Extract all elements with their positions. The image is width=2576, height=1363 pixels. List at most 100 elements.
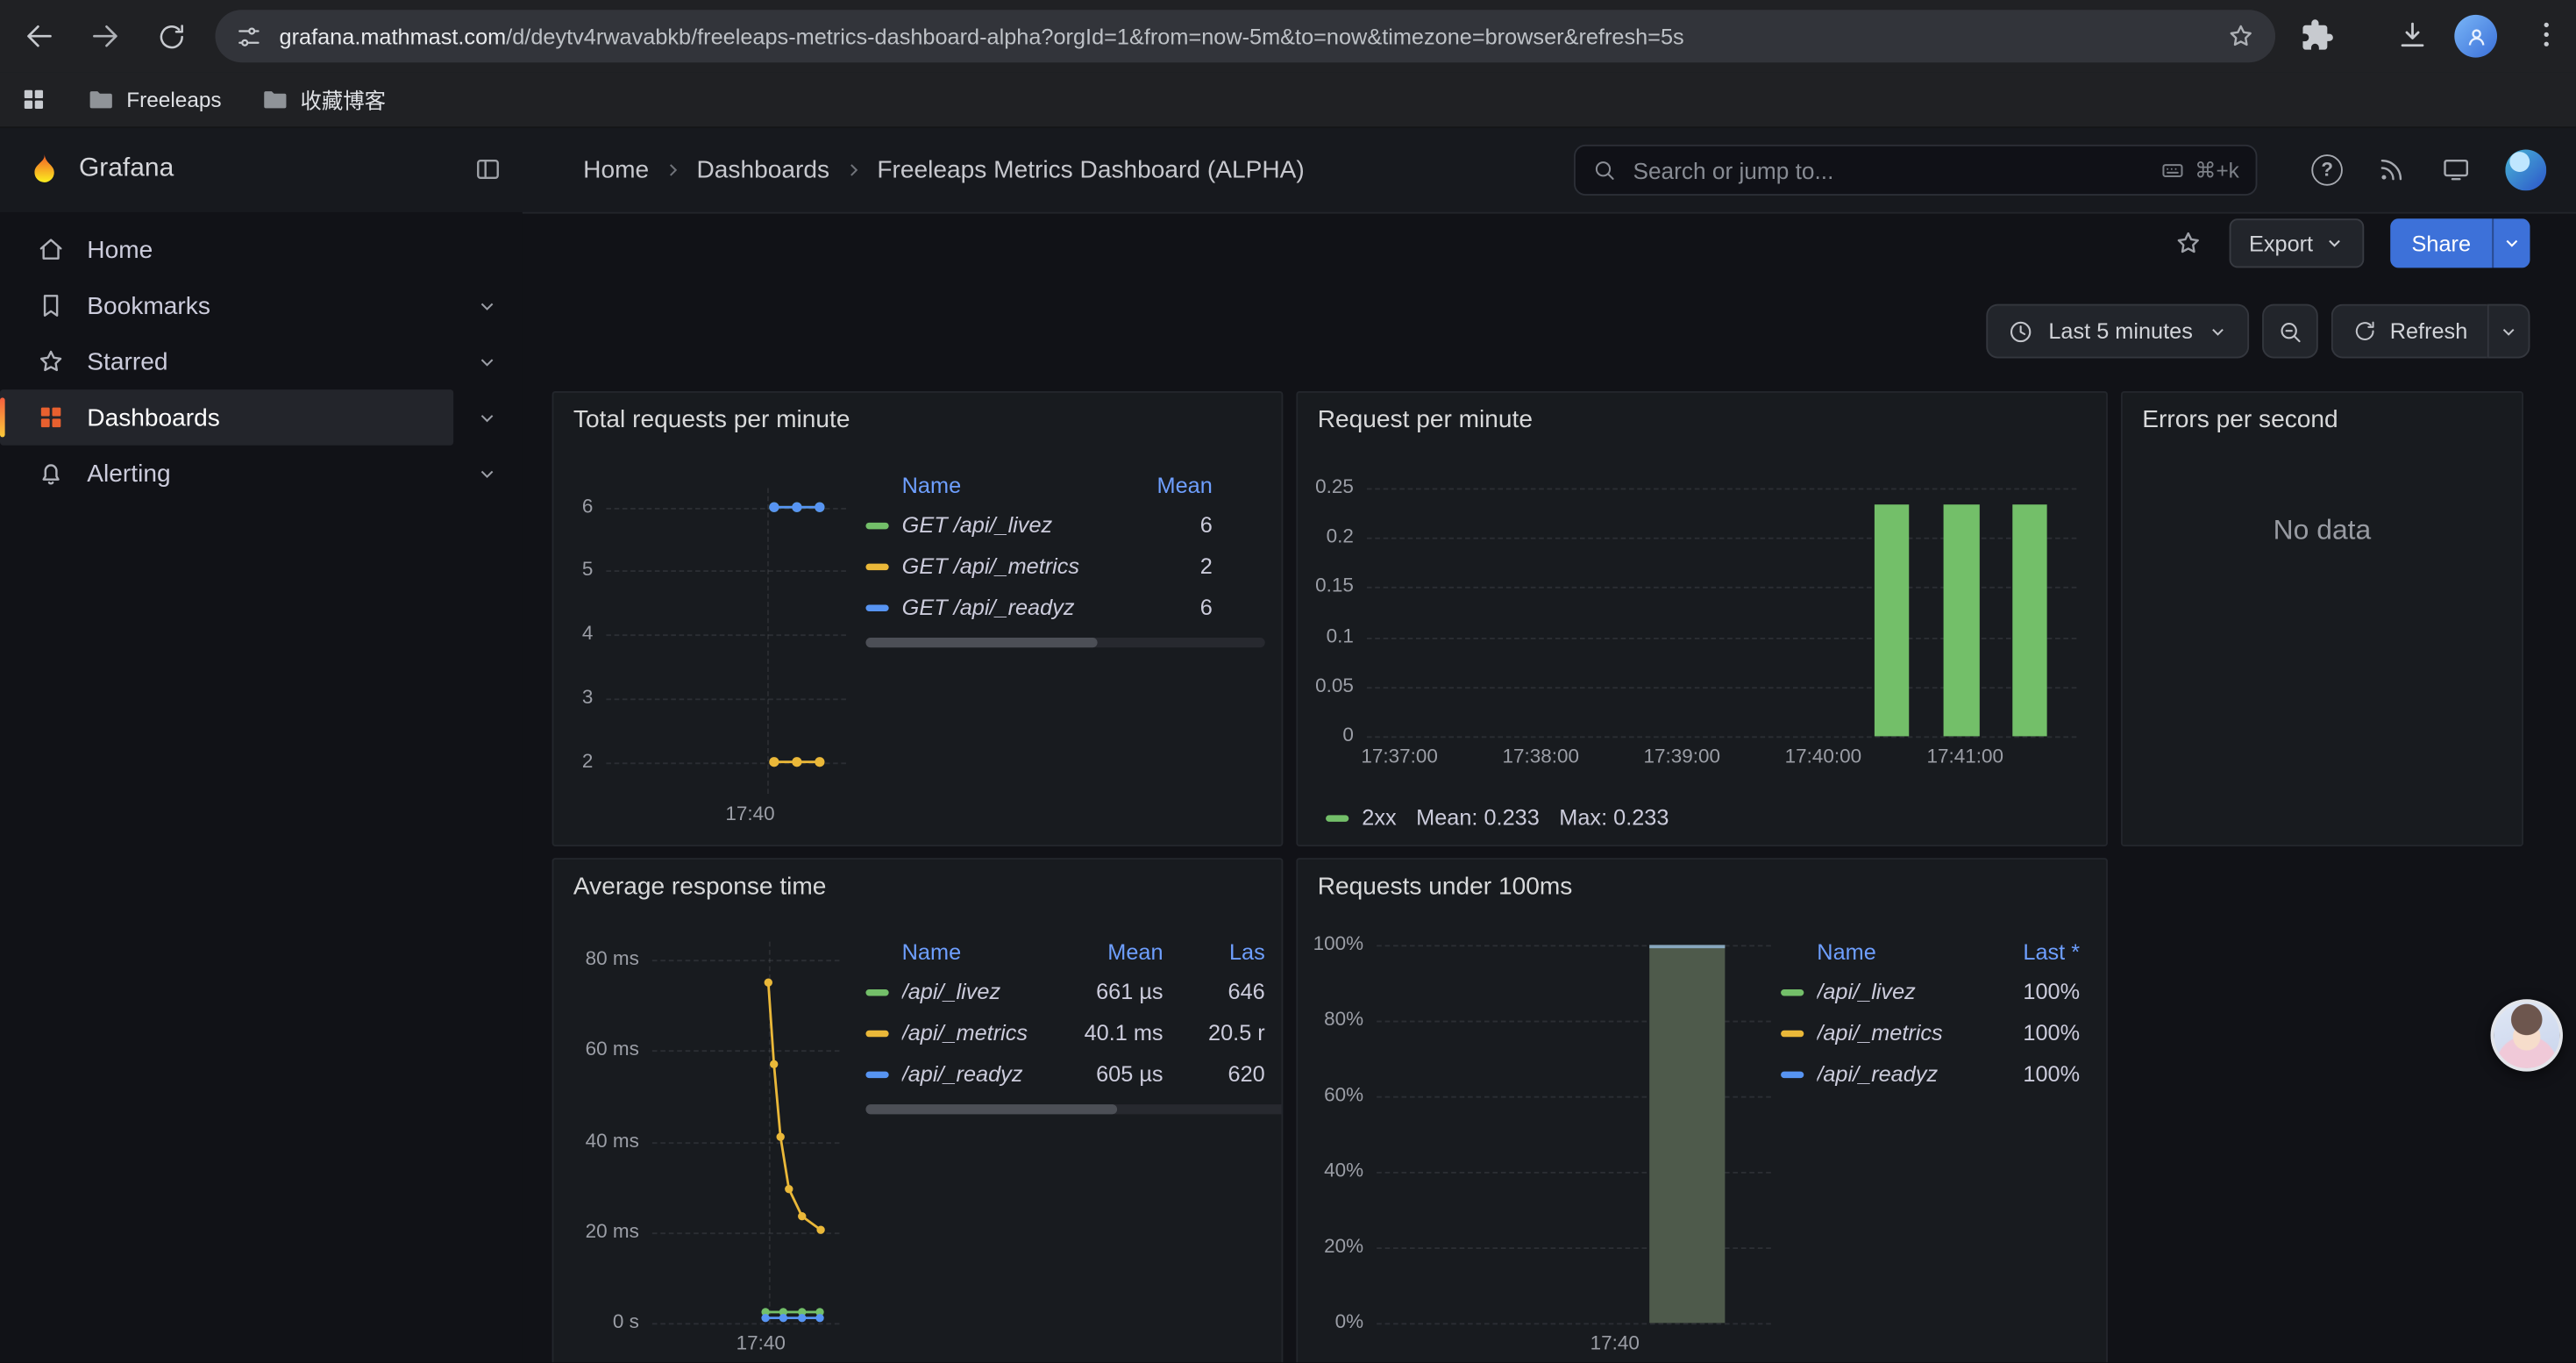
legend-item[interactable]: /api/_metrics100%	[1781, 1012, 2093, 1053]
legend-table: NameMeanLas/api/_livez661 µs646/api/_met…	[859, 931, 1283, 1114]
downloads-icon[interactable]	[2395, 18, 2430, 53]
site-settings-icon[interactable]	[235, 22, 263, 50]
forward-icon[interactable]	[85, 17, 125, 56]
chevron-down-icon[interactable]	[463, 395, 509, 440]
x-axis-tick: 17:40	[676, 802, 824, 824]
panel-title[interactable]: Average response time	[553, 860, 1281, 914]
breadcrumb-dashboards[interactable]: Dashboards	[696, 155, 829, 183]
legend-item[interactable]: /api/_metrics40.1 ms20.5 r	[865, 1012, 1283, 1053]
chart-bar[interactable]	[1944, 505, 1979, 737]
panel-average-response-time: Average response time 80 ms60 ms40 ms20 …	[552, 858, 1284, 1363]
chevron-right-icon	[664, 161, 682, 179]
y-axis-tick: 5	[560, 558, 593, 581]
legend-item[interactable]: /api/_livez661 µs646	[865, 971, 1283, 1012]
monitor-icon[interactable]	[2441, 154, 2471, 184]
browser-profile-avatar[interactable]	[2454, 15, 2497, 58]
user-avatar[interactable]	[2505, 149, 2546, 190]
back-icon[interactable]	[19, 17, 59, 56]
export-button[interactable]: Export	[2229, 218, 2364, 268]
floating-assistant-avatar[interactable]	[2491, 999, 2563, 1071]
panel-title[interactable]: Errors per second	[2123, 393, 2522, 447]
chevron-down-icon	[2208, 321, 2227, 340]
share-button[interactable]: Share	[2390, 218, 2492, 268]
legend-item[interactable]: GET /api/_readyz6	[865, 587, 1268, 628]
url-bar[interactable]: grafana.mathmast.com/d/deytv4rwavabkb/fr…	[215, 10, 2275, 62]
time-range-picker[interactable]: Last 5 minutes	[1986, 304, 2248, 359]
breadcrumb-current: Freeleaps Metrics Dashboard (ALPHA)	[877, 155, 1304, 183]
favorite-star-icon[interactable]	[2174, 228, 2203, 258]
legend-scrollbar[interactable]	[865, 638, 1264, 647]
refresh-interval-button[interactable]	[2487, 304, 2530, 359]
chevron-down-icon	[2324, 233, 2344, 253]
gridline	[652, 1323, 840, 1324]
sidebar-item-label: Bookmarks	[87, 292, 210, 320]
bookmark-item-freeleaps[interactable]: Freeleaps	[87, 85, 221, 113]
sidebar-toggle-icon[interactable]	[473, 154, 503, 184]
legend-item[interactable]: Mean: 0.233	[1416, 805, 1540, 830]
chevron-down-icon[interactable]	[463, 339, 509, 384]
sidebar-item-dashboards[interactable]: Dashboards	[0, 389, 453, 446]
chart-bar[interactable]	[2013, 505, 2048, 737]
legend-scrollbar[interactable]	[865, 1104, 1283, 1114]
reload-icon[interactable]	[151, 17, 190, 56]
chevron-spacer	[463, 227, 509, 273]
y-axis-tick: 100%	[1305, 931, 1363, 954]
y-axis-tick: 2	[560, 749, 593, 772]
chevron-down-icon	[2499, 321, 2518, 340]
main-area: Export Share Last 5 minutes	[523, 212, 2576, 1363]
zoom-out-button[interactable]	[2262, 304, 2318, 359]
legend-item[interactable]: /api/_readyz100%	[1781, 1053, 2093, 1095]
legend-item[interactable]: GET /api/_livez6	[865, 504, 1268, 546]
y-axis-tick: 0.25	[1305, 475, 1354, 498]
sidebar-row-bookmarks: Bookmarks	[0, 278, 523, 334]
chevron-down-icon[interactable]	[463, 282, 509, 328]
chart-bar[interactable]	[1875, 505, 1910, 737]
search-box[interactable]: ⌘+k	[1574, 145, 2257, 196]
series-color-swatch	[865, 563, 888, 569]
share-menu-button[interactable]	[2492, 218, 2530, 268]
legend-item[interactable]: /api/_readyz605 µs620	[865, 1053, 1283, 1095]
legend-item[interactable]: GET /api/_metrics2	[865, 546, 1268, 587]
x-axis-tick: 17:40	[687, 1331, 835, 1354]
extensions-icon[interactable]	[2300, 18, 2334, 53]
panel-title[interactable]: Request per minute	[1298, 393, 2106, 447]
rss-icon[interactable]	[2377, 154, 2407, 184]
legend-header: NameMean	[865, 465, 1268, 504]
bookmark-icon	[36, 291, 66, 321]
sidebar-item-home[interactable]: Home	[0, 222, 453, 278]
legend-item[interactable]: 2xx	[1326, 805, 1397, 830]
search-input[interactable]	[1630, 155, 2147, 185]
scrollbar-thumb[interactable]	[865, 638, 1097, 647]
url-text[interactable]: grafana.mathmast.com/d/deytv4rwavabkb/fr…	[280, 24, 2226, 48]
bookmarks-bar: Freeleaps 收藏博客	[0, 72, 2576, 128]
legend-item[interactable]: /api/_livez100%	[1781, 971, 2093, 1012]
panel-title[interactable]: Total requests per minute	[553, 393, 1281, 447]
timeseries-chart: 80 ms60 ms40 ms20 ms0 s17:40	[560, 931, 866, 1363]
breadcrumb-home[interactable]: Home	[583, 155, 649, 183]
brand-name: Grafana	[79, 154, 174, 184]
chevron-down-icon[interactable]	[463, 450, 509, 496]
gridline	[1367, 489, 2076, 490]
star-icon	[36, 346, 66, 376]
browser-menu-icon[interactable]	[2530, 18, 2562, 51]
help-icon[interactable]: ?	[2311, 153, 2343, 185]
legend-item[interactable]: Max: 0.233	[1559, 805, 1669, 830]
bookmark-star-icon[interactable]	[2226, 21, 2256, 51]
legend-header: NameMeanLas	[865, 931, 1283, 971]
apps-grid-icon[interactable]	[19, 85, 47, 113]
folder-icon	[87, 85, 115, 113]
gridline	[1367, 736, 2076, 738]
bookmark-item-blogs[interactable]: 收藏博客	[261, 84, 386, 116]
scrollbar-thumb[interactable]	[865, 1104, 1116, 1114]
sidebar-item-starred[interactable]: Starred	[0, 333, 453, 389]
y-axis-tick: 60 ms	[560, 1038, 639, 1060]
sidebar-item-bookmarks[interactable]: Bookmarks	[0, 278, 453, 334]
bell-icon	[36, 459, 66, 489]
refresh-button[interactable]: Refresh	[2330, 304, 2487, 359]
sidebar-item-alerting[interactable]: Alerting	[0, 446, 453, 502]
chart-bar[interactable]	[1650, 945, 1725, 1323]
grafana-brand[interactable]: Grafana	[26, 128, 174, 211]
y-axis-tick: 0%	[1305, 1309, 1363, 1332]
panel-title[interactable]: Requests under 100ms	[1298, 860, 2106, 914]
y-axis-tick: 0.15	[1305, 574, 1354, 597]
